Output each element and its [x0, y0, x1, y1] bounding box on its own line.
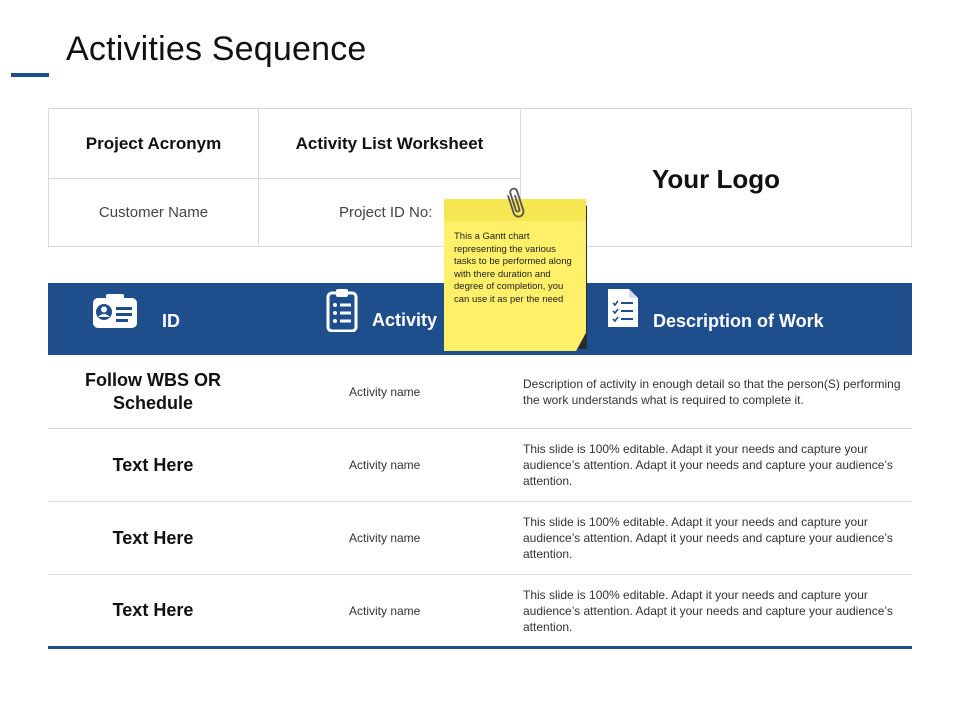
title-accent-bar	[11, 73, 49, 77]
sticky-note-text: This a Gantt chart representing the vari…	[454, 231, 572, 305]
row-activity: Activity name	[349, 458, 421, 472]
header-id: ID	[162, 311, 180, 331]
project-acronym-label: Project Acronym	[85, 133, 222, 153]
id-card-icon	[93, 294, 137, 328]
row-description: This slide is 100% editable. Adapt it yo…	[523, 442, 893, 488]
activity-list-worksheet-label: Activity List Worksheet	[295, 133, 484, 153]
table-row: Text Here Activity name This slide is 10…	[48, 575, 912, 649]
customer-name-label: Customer Name	[98, 204, 209, 221]
header-description: Description of Work	[653, 311, 824, 331]
row-id: Text Here	[112, 600, 194, 620]
row-id: Follow WBS OR Schedule	[85, 370, 221, 413]
row-id: Text Here	[112, 527, 194, 548]
row-description: This slide is 100% editable. Adapt it yo…	[523, 515, 893, 561]
paperclip-icon	[507, 187, 525, 218]
row-description: Description of activity in enough detail…	[523, 377, 901, 407]
table-row: Text Here Activity name This slide is 10…	[48, 502, 912, 575]
row-activity: Activity name	[349, 385, 421, 399]
table-row: Text Here Activity name This slide is 10…	[48, 429, 912, 502]
clipboard-list-icon	[326, 289, 358, 332]
table-row: Follow WBS OR Schedule Activity name Des…	[48, 356, 912, 429]
row-activity: Activity name	[349, 531, 421, 545]
row-id: Text Here	[112, 454, 194, 475]
row-description: This slide is 100% editable. Adapt it yo…	[523, 587, 893, 634]
header-activity: Activity	[372, 310, 438, 330]
row-activity: Activity name	[349, 603, 421, 618]
page-title: Activities Sequence	[66, 30, 367, 68]
document-checklist-icon	[608, 289, 638, 327]
